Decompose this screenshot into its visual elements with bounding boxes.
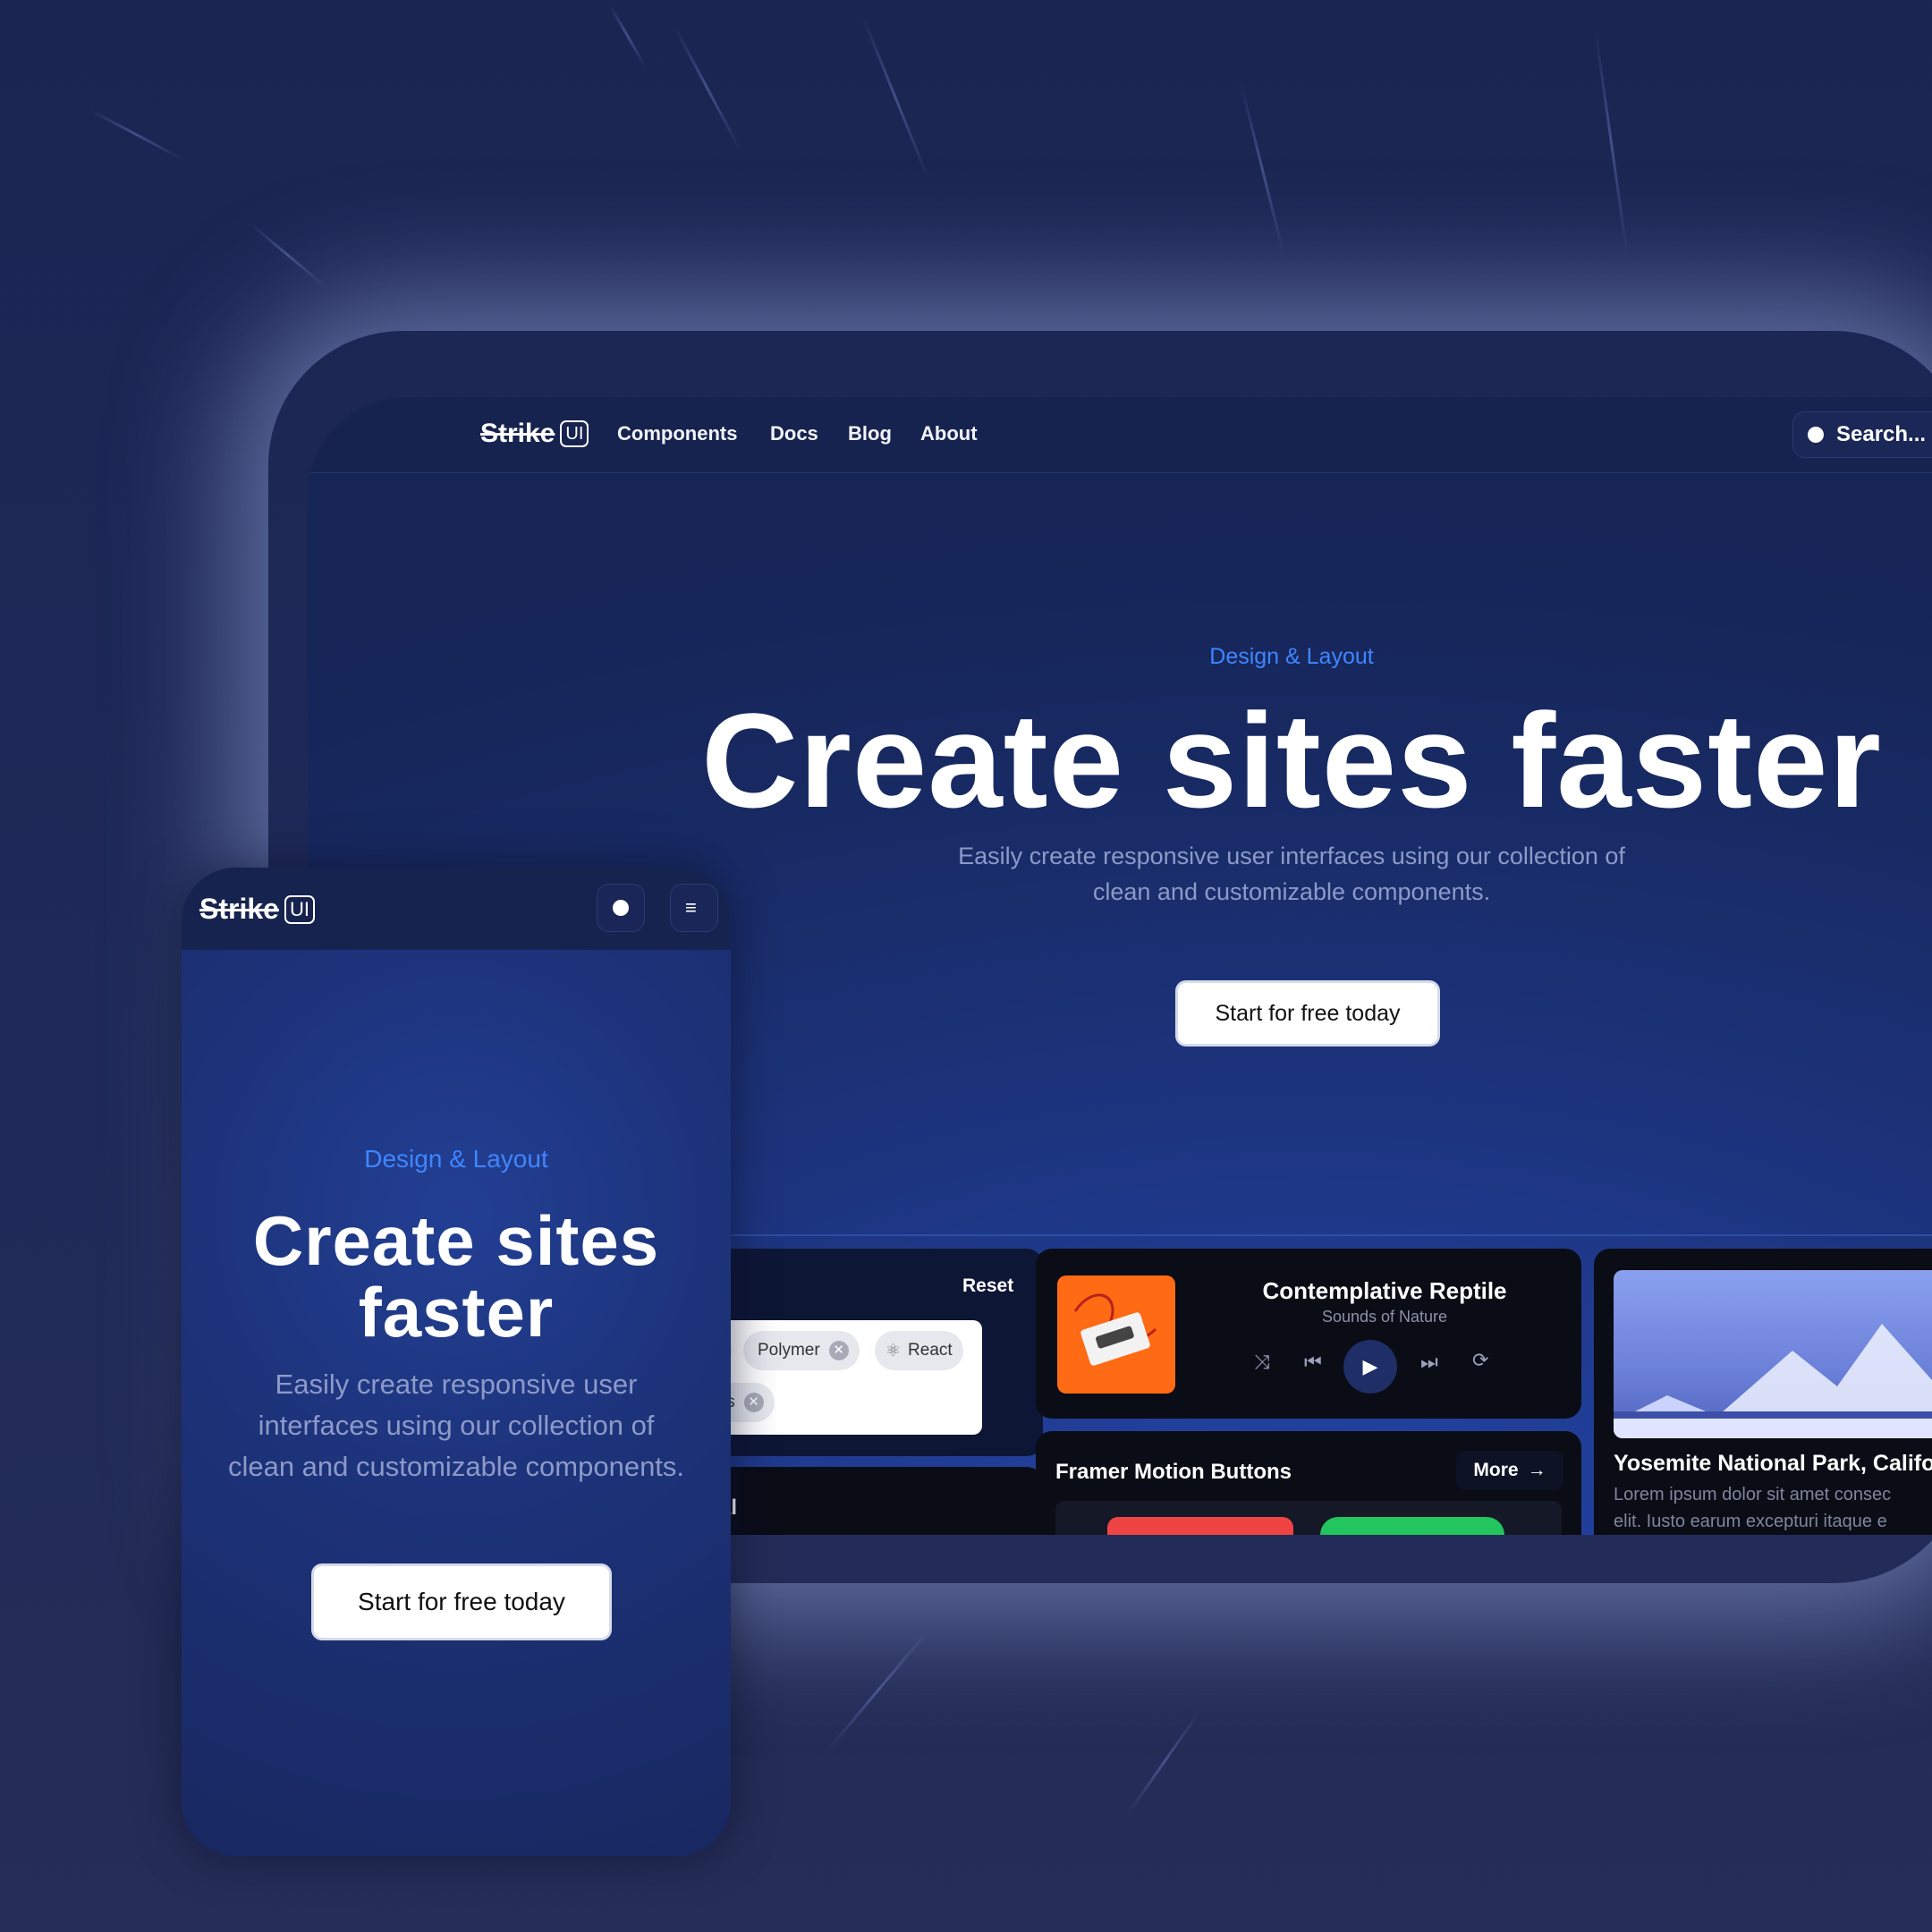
hero-subtitle-line1: Easily create responsive user interfaces…: [958, 843, 1625, 869]
mobile-logo[interactable]: Strike UI: [199, 893, 315, 926]
mobile-navbar: Strike UI ≡: [182, 868, 731, 950]
mobile-subtitle-line2: interfaces using our collection of: [258, 1410, 655, 1441]
chip-label: Polymer: [758, 1341, 820, 1360]
logo-tag: UI: [560, 420, 589, 447]
play-button[interactable]: ▶: [1343, 1340, 1397, 1394]
react-icon: ⚛: [886, 1341, 902, 1360]
more-button[interactable]: More →: [1456, 1451, 1563, 1490]
chip-input[interactable]: Polymer✕ ⚛React e.js✕: [712, 1320, 982, 1435]
nav-components[interactable]: Components: [617, 422, 737, 445]
arrow-right-icon: →: [1527, 1460, 1546, 1480]
nav-about[interactable]: About: [920, 422, 978, 445]
search-icon: [1808, 427, 1824, 443]
track-title: Contemplative Reptile: [1262, 1277, 1507, 1304]
mobile-window: Strike UI ≡ Design & Layout Create sites…: [182, 868, 731, 1856]
hero-eyebrow: Design & Layout: [1209, 644, 1374, 669]
play-icon: ▶: [1362, 1355, 1378, 1377]
nav-docs[interactable]: Docs: [770, 422, 818, 445]
reset-button[interactable]: Reset: [962, 1275, 1013, 1297]
shuffle-icon[interactable]: ⤨: [1254, 1351, 1270, 1374]
album-art: [1057, 1275, 1175, 1394]
mobile-subtitle-line3: clean and customizable components.: [227, 1451, 685, 1482]
mobile-subtitle-line1: Easily create responsive user: [275, 1368, 638, 1400]
mobile-eyebrow: Design & Layout: [364, 1145, 548, 1173]
park-card: Yosemite National Park, Califo Lorem ips…: [1594, 1249, 1932, 1535]
hero-subtitle-line2: clean and customizable components.: [1092, 878, 1491, 905]
framer-card-title: Framer Motion Buttons: [1055, 1460, 1292, 1484]
park-text-line1: Lorem ipsum dolor sit amet consec: [1614, 1485, 1892, 1504]
hero-title: Create sites faster: [701, 685, 1882, 835]
desktop-navbar: Strike UI Components Docs Blog About Sea…: [308, 397, 1932, 473]
logo[interactable]: Strike UI: [480, 419, 589, 449]
mobile-cta-button[interactable]: Start for free today: [311, 1563, 612, 1640]
track-subtitle: Sounds of Nature: [1321, 1308, 1448, 1326]
mobile-menu-button[interactable]: ≡: [670, 884, 718, 932]
chip-remove-icon[interactable]: ✕: [743, 1393, 764, 1412]
buttons-preview: [1055, 1501, 1562, 1535]
park-image: [1614, 1270, 1932, 1438]
previous-icon[interactable]: ⏮: [1304, 1351, 1322, 1374]
mobile-title-line2: faster: [358, 1273, 555, 1352]
search-button[interactable]: Search...: [1792, 411, 1932, 458]
chip-label: React: [908, 1341, 953, 1360]
repeat-icon[interactable]: ⟳: [1472, 1349, 1488, 1372]
more-label: More: [1473, 1460, 1519, 1480]
nav-blog[interactable]: Blog: [848, 422, 892, 445]
logo-wordmark: Strike: [199, 893, 279, 925]
logo-wordmark: Strike: [480, 419, 555, 448]
chip-react: ⚛ React: [875, 1331, 963, 1370]
chips-card: Reset Polymer✕ ⚛React e.js✕: [712, 1249, 1043, 1456]
chip-remove-icon[interactable]: ✕: [828, 1341, 849, 1360]
mobile-search-button[interactable]: [597, 884, 645, 932]
park-text-line2: elit. Iusto earum excepturi itaque e: [1614, 1512, 1887, 1531]
music-player-card: Contemplative Reptile Sounds of Nature ⤨…: [1036, 1249, 1581, 1419]
hero-cta-button[interactable]: Start for free today: [1175, 980, 1440, 1046]
green-demo-button[interactable]: [1320, 1517, 1504, 1535]
logo-tag: UI: [284, 894, 315, 924]
menu-icon: ≡: [685, 896, 697, 919]
next-icon[interactable]: ⏭: [1420, 1351, 1438, 1374]
bottom-left-card: tal: [712, 1467, 1043, 1535]
mobile-title-line1: Create sites: [252, 1201, 660, 1280]
search-label: Search...: [1836, 422, 1927, 446]
red-demo-button[interactable]: [1107, 1517, 1293, 1535]
chip-polymer: Polymer ✕: [743, 1331, 860, 1370]
search-icon: [613, 900, 629, 916]
park-title: Yosemite National Park, Califo: [1614, 1451, 1932, 1476]
framer-motion-card: Framer Motion Buttons More →: [1036, 1431, 1581, 1535]
